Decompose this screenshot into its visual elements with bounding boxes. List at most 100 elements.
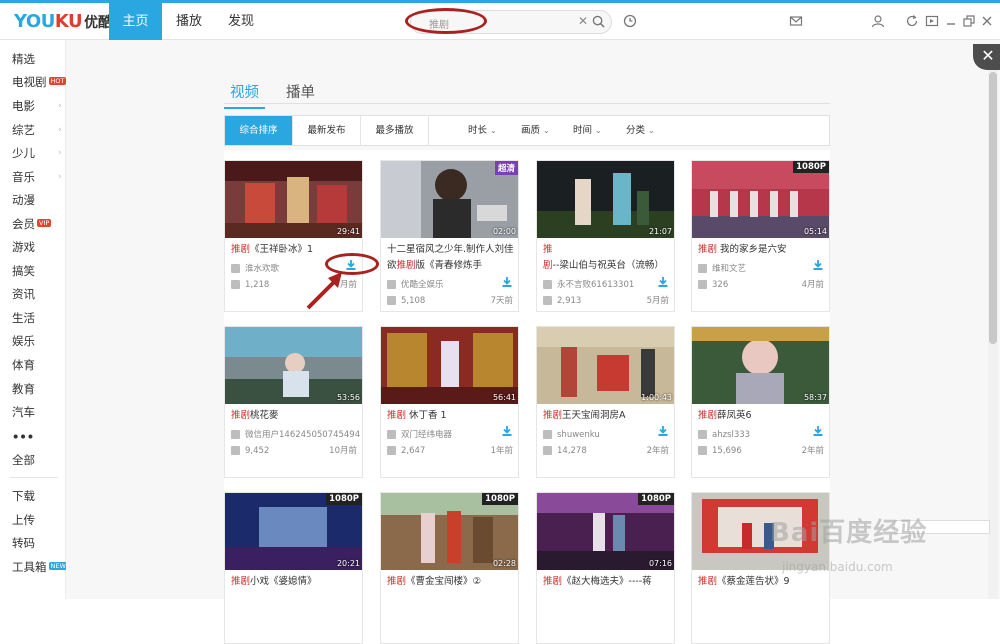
sidebar-item-tv[interactable]: 电视剧 HOT (12, 74, 67, 90)
scrollbar-thumb[interactable] (989, 72, 997, 344)
video-thumbnail[interactable]: 超清 02:00 (381, 161, 518, 238)
video-card[interactable]: 58:37 推剧薛凤英6 ahzsl333 15,696 2年前 (691, 326, 830, 478)
download-icon[interactable] (502, 426, 512, 436)
video-uploader[interactable]: 双门经纬电器 (387, 429, 513, 441)
chevron-down-icon: ⌄ (595, 126, 602, 135)
video-card[interactable]: 1080P 20:21 推剧小戏《婆媳情》 (224, 492, 363, 644)
video-thumbnail[interactable]: 1080P 07:16 (537, 493, 674, 570)
video-card[interactable]: 超清 02:00 十二星宿风之少年.制作人刘佳欲推剧版《青春修炼手 优酷全娱乐 … (380, 160, 519, 312)
download-icon[interactable] (813, 260, 823, 270)
nav-tab-play[interactable]: 播放 (170, 3, 208, 40)
video-card[interactable]: 53:56 推剧桃花麥 微信用户146245050745494 9,452 10月… (224, 326, 363, 478)
sidebar-item-toolbox[interactable]: 工具箱 NEW (12, 559, 68, 575)
video-uploader[interactable]: 优酷全娱乐 (387, 279, 513, 291)
video-thumbnail[interactable]: 1:00:43 (537, 327, 674, 404)
user-icon[interactable] (871, 14, 885, 28)
sidebar-item-entertainment[interactable]: 娱乐 (12, 333, 35, 349)
sort-newest[interactable]: 最新发布 (293, 116, 361, 145)
video-uploader[interactable]: 维和文艺 (698, 263, 824, 275)
video-card[interactable]: 1080P 05:14 推剧 我的家乡是六安 维和文艺 326 4月前 (691, 160, 830, 312)
video-title[interactable]: 十二星宿风之少年.制作人刘佳欲推剧版《青春修炼手 (387, 242, 515, 274)
video-stats: 14,278 2年前 (543, 445, 669, 457)
mini-mode-icon[interactable] (925, 14, 939, 28)
sidebar-item-variety[interactable]: 综艺 › (12, 122, 62, 138)
video-card[interactable]: 1080P 02:28 推剧《曹金宝闯楼》② (380, 492, 519, 644)
video-title[interactable]: 推剧王天宝闹洞房A (543, 408, 671, 424)
history-icon[interactable] (623, 14, 637, 28)
video-thumbnail[interactable]: 56:41 (381, 327, 518, 404)
sidebar-item-music[interactable]: 音乐 › (12, 169, 62, 185)
close-icon[interactable]: ✕ (578, 14, 588, 28)
sidebar-item-games[interactable]: 游戏 (12, 239, 35, 255)
uploader-icon (543, 430, 552, 439)
video-title[interactable]: 推剧《赵大梅选夫》----蒋 (543, 574, 671, 590)
sidebar-item-news[interactable]: 资讯 (12, 286, 35, 302)
sidebar-item-anime[interactable]: 动漫 (12, 192, 35, 208)
more-icon[interactable]: ••• (12, 429, 34, 445)
video-title[interactable]: 推剧《蔡金莲告状》9 (698, 574, 826, 590)
download-icon[interactable] (813, 426, 823, 436)
watermark-logo: Bai百度经验 (770, 518, 928, 548)
video-uploader[interactable]: ahzsl333 (698, 429, 824, 441)
download-icon[interactable] (658, 426, 668, 436)
sidebar-item-funny[interactable]: 搞笑 (12, 263, 35, 279)
filter-quality[interactable]: 画质 ⌄ (521, 116, 550, 145)
close-icon[interactable]: ✕ (973, 44, 1000, 70)
message-icon[interactable] (789, 14, 803, 28)
nav-tab-discover[interactable]: 发现 (222, 3, 260, 40)
video-uploader[interactable]: 微信用户146245050745494 (231, 429, 360, 441)
tab-playlists[interactable]: 播单 (286, 81, 315, 102)
filter-duration[interactable]: 时长 ⌄ (468, 116, 497, 145)
video-card[interactable]: 1:00:43 推剧王天宝闹洞房A shuwenku 14,278 2年前 (536, 326, 675, 478)
video-thumbnail[interactable]: 1080P 02:28 (381, 493, 518, 570)
video-title[interactable]: 推剧薛凤英6 (698, 408, 826, 424)
filter-time[interactable]: 时间 ⌄ (573, 116, 602, 145)
video-title[interactable]: 推剧《曹金宝闯楼》② (387, 574, 515, 590)
nav-tab-home[interactable]: 主页 (109, 3, 162, 40)
video-card[interactable]: 56:41 推剧 休丁香 1 双门经纬电器 2,647 1年前 (380, 326, 519, 478)
download-icon[interactable] (658, 277, 668, 287)
sidebar-item-upload[interactable]: 上传 (12, 512, 35, 528)
refresh-icon[interactable] (905, 14, 919, 28)
sidebar-item-download[interactable]: 下载 (12, 488, 35, 504)
youku-logo[interactable]: YOUKU 优酷 (14, 11, 112, 33)
video-title[interactable]: 推剧小戏《婆媳情》 (231, 574, 359, 590)
minimize-icon[interactable] (944, 14, 958, 28)
sort-most-played[interactable]: 最多播放 (361, 116, 429, 145)
video-uploader[interactable]: shuwenku (543, 429, 669, 441)
video-title[interactable]: 推剧--梁山伯与祝英台（流畅） (543, 242, 671, 274)
hot-badge: HOT (48, 77, 67, 85)
video-card[interactable]: 1080P 07:16 推剧《赵大梅选夫》----蒋 (536, 492, 675, 644)
sort-comprehensive[interactable]: 综合排序 (225, 116, 293, 145)
sidebar-item-kids[interactable]: 少儿 › (12, 145, 62, 161)
video-title[interactable]: 推剧 我的家乡是六安 (698, 242, 826, 258)
sidebar-item-all[interactable]: 全部 (12, 452, 35, 468)
close-icon[interactable] (980, 14, 994, 28)
video-stats: 9,452 10月前 (231, 445, 357, 457)
sidebar-item-auto[interactable]: 汽车 (12, 404, 35, 420)
video-thumbnail[interactable]: 21:07 (537, 161, 674, 238)
chevron-right-icon: › (58, 172, 62, 182)
sidebar-item-life[interactable]: 生活 (12, 310, 35, 326)
search-icon[interactable] (592, 15, 605, 28)
sidebar-item-education[interactable]: 教育 (12, 381, 35, 397)
download-icon[interactable] (502, 277, 512, 287)
video-title[interactable]: 推剧 休丁香 1 (387, 408, 515, 424)
video-thumbnail[interactable]: 58:37 (692, 327, 829, 404)
video-thumbnail[interactable]: 29:41 (225, 161, 362, 238)
sidebar-item-vip[interactable]: 会员 VIP (12, 216, 52, 232)
sidebar-item-sports[interactable]: 体育 (12, 357, 35, 373)
restore-icon[interactable] (962, 14, 976, 28)
video-thumbnail[interactable]: 53:56 (225, 327, 362, 404)
video-uploader[interactable]: 永不言败61613301 (543, 279, 669, 291)
video-card[interactable]: 21:07 推剧--梁山伯与祝英台（流畅） 永不言败61613301 2,913… (536, 160, 675, 312)
video-title[interactable]: 推剧桃花麥 (231, 408, 359, 424)
video-stats: 5,108 7天前 (387, 295, 513, 307)
sidebar-item-movies[interactable]: 电影 › (12, 98, 62, 114)
sidebar-item-featured[interactable]: 精选 (12, 51, 35, 67)
video-thumbnail[interactable]: 1080P 05:14 (692, 161, 829, 238)
filter-category[interactable]: 分类 ⌄ (626, 116, 655, 145)
sidebar-item-transcode[interactable]: 转码 (12, 535, 35, 551)
tab-videos[interactable]: 视频 (224, 81, 265, 109)
video-thumbnail[interactable]: 1080P 20:21 (225, 493, 362, 570)
